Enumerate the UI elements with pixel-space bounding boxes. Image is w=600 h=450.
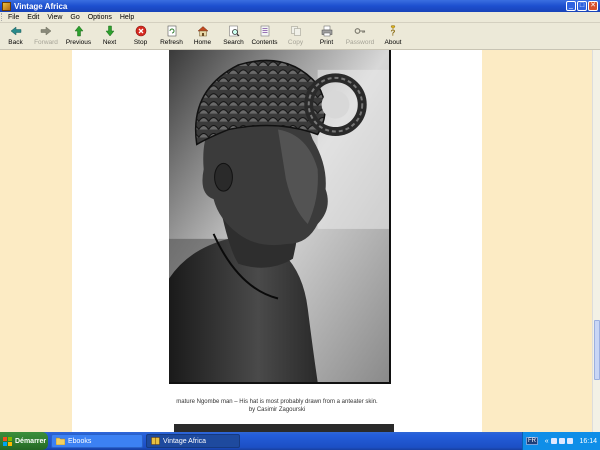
start-label: Démarrer xyxy=(15,437,47,445)
window-title: Vintage Africa xyxy=(14,1,68,11)
caption-line-1: mature Ngombe man – His hat is most prob… xyxy=(176,399,378,405)
about-icon: ? xyxy=(391,25,396,38)
maximize-button[interactable]: □ xyxy=(577,1,587,11)
title-bar: Vintage Africa _ □ ✕ xyxy=(0,0,600,12)
menu-bar: File Edit View Go Options Help xyxy=(0,12,600,23)
back-arrow-icon xyxy=(10,26,21,36)
ebook-page: mature Ngombe man – His hat is most prob… xyxy=(72,50,482,432)
previous-button[interactable]: Previous xyxy=(63,23,94,49)
task-ebooks[interactable]: Ebooks xyxy=(51,434,143,448)
menu-go[interactable]: Go xyxy=(66,14,83,21)
password-button[interactable]: Password xyxy=(342,23,378,49)
password-key-icon xyxy=(354,28,366,34)
content-area: mature Ngombe man – His hat is most prob… xyxy=(0,50,600,432)
clock: 16:14 xyxy=(579,437,597,445)
search-icon xyxy=(228,25,239,37)
about-button[interactable]: ? About xyxy=(378,23,408,49)
portrait-image xyxy=(169,50,389,382)
menu-edit[interactable]: Edit xyxy=(23,14,43,21)
toolbar: Back Forward Previous Next Stop Refresh … xyxy=(0,23,600,50)
task-vintage-africa[interactable]: Vintage Africa xyxy=(146,434,240,448)
svg-text:?: ? xyxy=(391,29,396,38)
contents-button[interactable]: Contents xyxy=(249,23,280,49)
taskbar: Démarrer Ebooks Vintage Africa FR « 16:1… xyxy=(0,432,600,450)
forward-button[interactable]: Forward xyxy=(29,23,63,49)
tray-expand-icon[interactable]: « xyxy=(545,438,549,445)
tray-network-icon[interactable] xyxy=(550,438,557,444)
menu-options[interactable]: Options xyxy=(84,14,116,21)
back-button[interactable]: Back xyxy=(2,23,29,49)
book-icon xyxy=(151,437,160,445)
system-tray: FR « 16:14 xyxy=(522,432,600,450)
copy-button[interactable]: Copy xyxy=(280,23,311,49)
photo-caption: mature Ngombe man – His hat is most prob… xyxy=(72,398,482,414)
app-icon xyxy=(2,1,11,11)
close-button[interactable]: ✕ xyxy=(588,1,598,11)
caption-line-2: by Casimir Zagourski xyxy=(248,407,306,413)
language-indicator[interactable]: FR xyxy=(526,437,538,445)
windows-logo-icon xyxy=(3,436,12,446)
next-photo-top xyxy=(174,424,394,432)
start-button[interactable]: Démarrer xyxy=(0,432,48,450)
refresh-button[interactable]: Refresh xyxy=(156,23,187,49)
previous-arrow-icon xyxy=(73,25,84,37)
next-button[interactable]: Next xyxy=(94,23,125,49)
search-button[interactable]: Search xyxy=(218,23,249,49)
stop-button[interactable]: Stop xyxy=(125,23,156,49)
task-vintage-africa-label: Vintage Africa xyxy=(163,437,207,445)
stop-icon xyxy=(135,25,146,37)
vertical-scrollbar[interactable] xyxy=(592,50,600,432)
print-icon xyxy=(321,25,332,37)
scrollbar-thumb[interactable] xyxy=(594,320,600,380)
forward-arrow-icon xyxy=(40,26,52,36)
next-arrow-icon xyxy=(104,25,115,37)
menu-file[interactable]: File xyxy=(4,14,23,21)
copy-icon xyxy=(290,26,301,36)
minimize-button[interactable]: _ xyxy=(566,1,576,11)
home-icon xyxy=(196,26,209,37)
folder-icon xyxy=(56,437,65,445)
portrait-photo xyxy=(169,50,391,384)
refresh-icon xyxy=(167,25,176,37)
tray-security-icon[interactable] xyxy=(566,438,573,444)
task-ebooks-label: Ebooks xyxy=(68,437,92,445)
contents-icon xyxy=(260,25,269,37)
menu-view[interactable]: View xyxy=(43,14,66,21)
tray-volume-icon[interactable] xyxy=(558,438,565,444)
menu-help[interactable]: Help xyxy=(116,14,138,21)
print-button[interactable]: Print xyxy=(311,23,342,49)
home-button[interactable]: Home xyxy=(187,23,218,49)
